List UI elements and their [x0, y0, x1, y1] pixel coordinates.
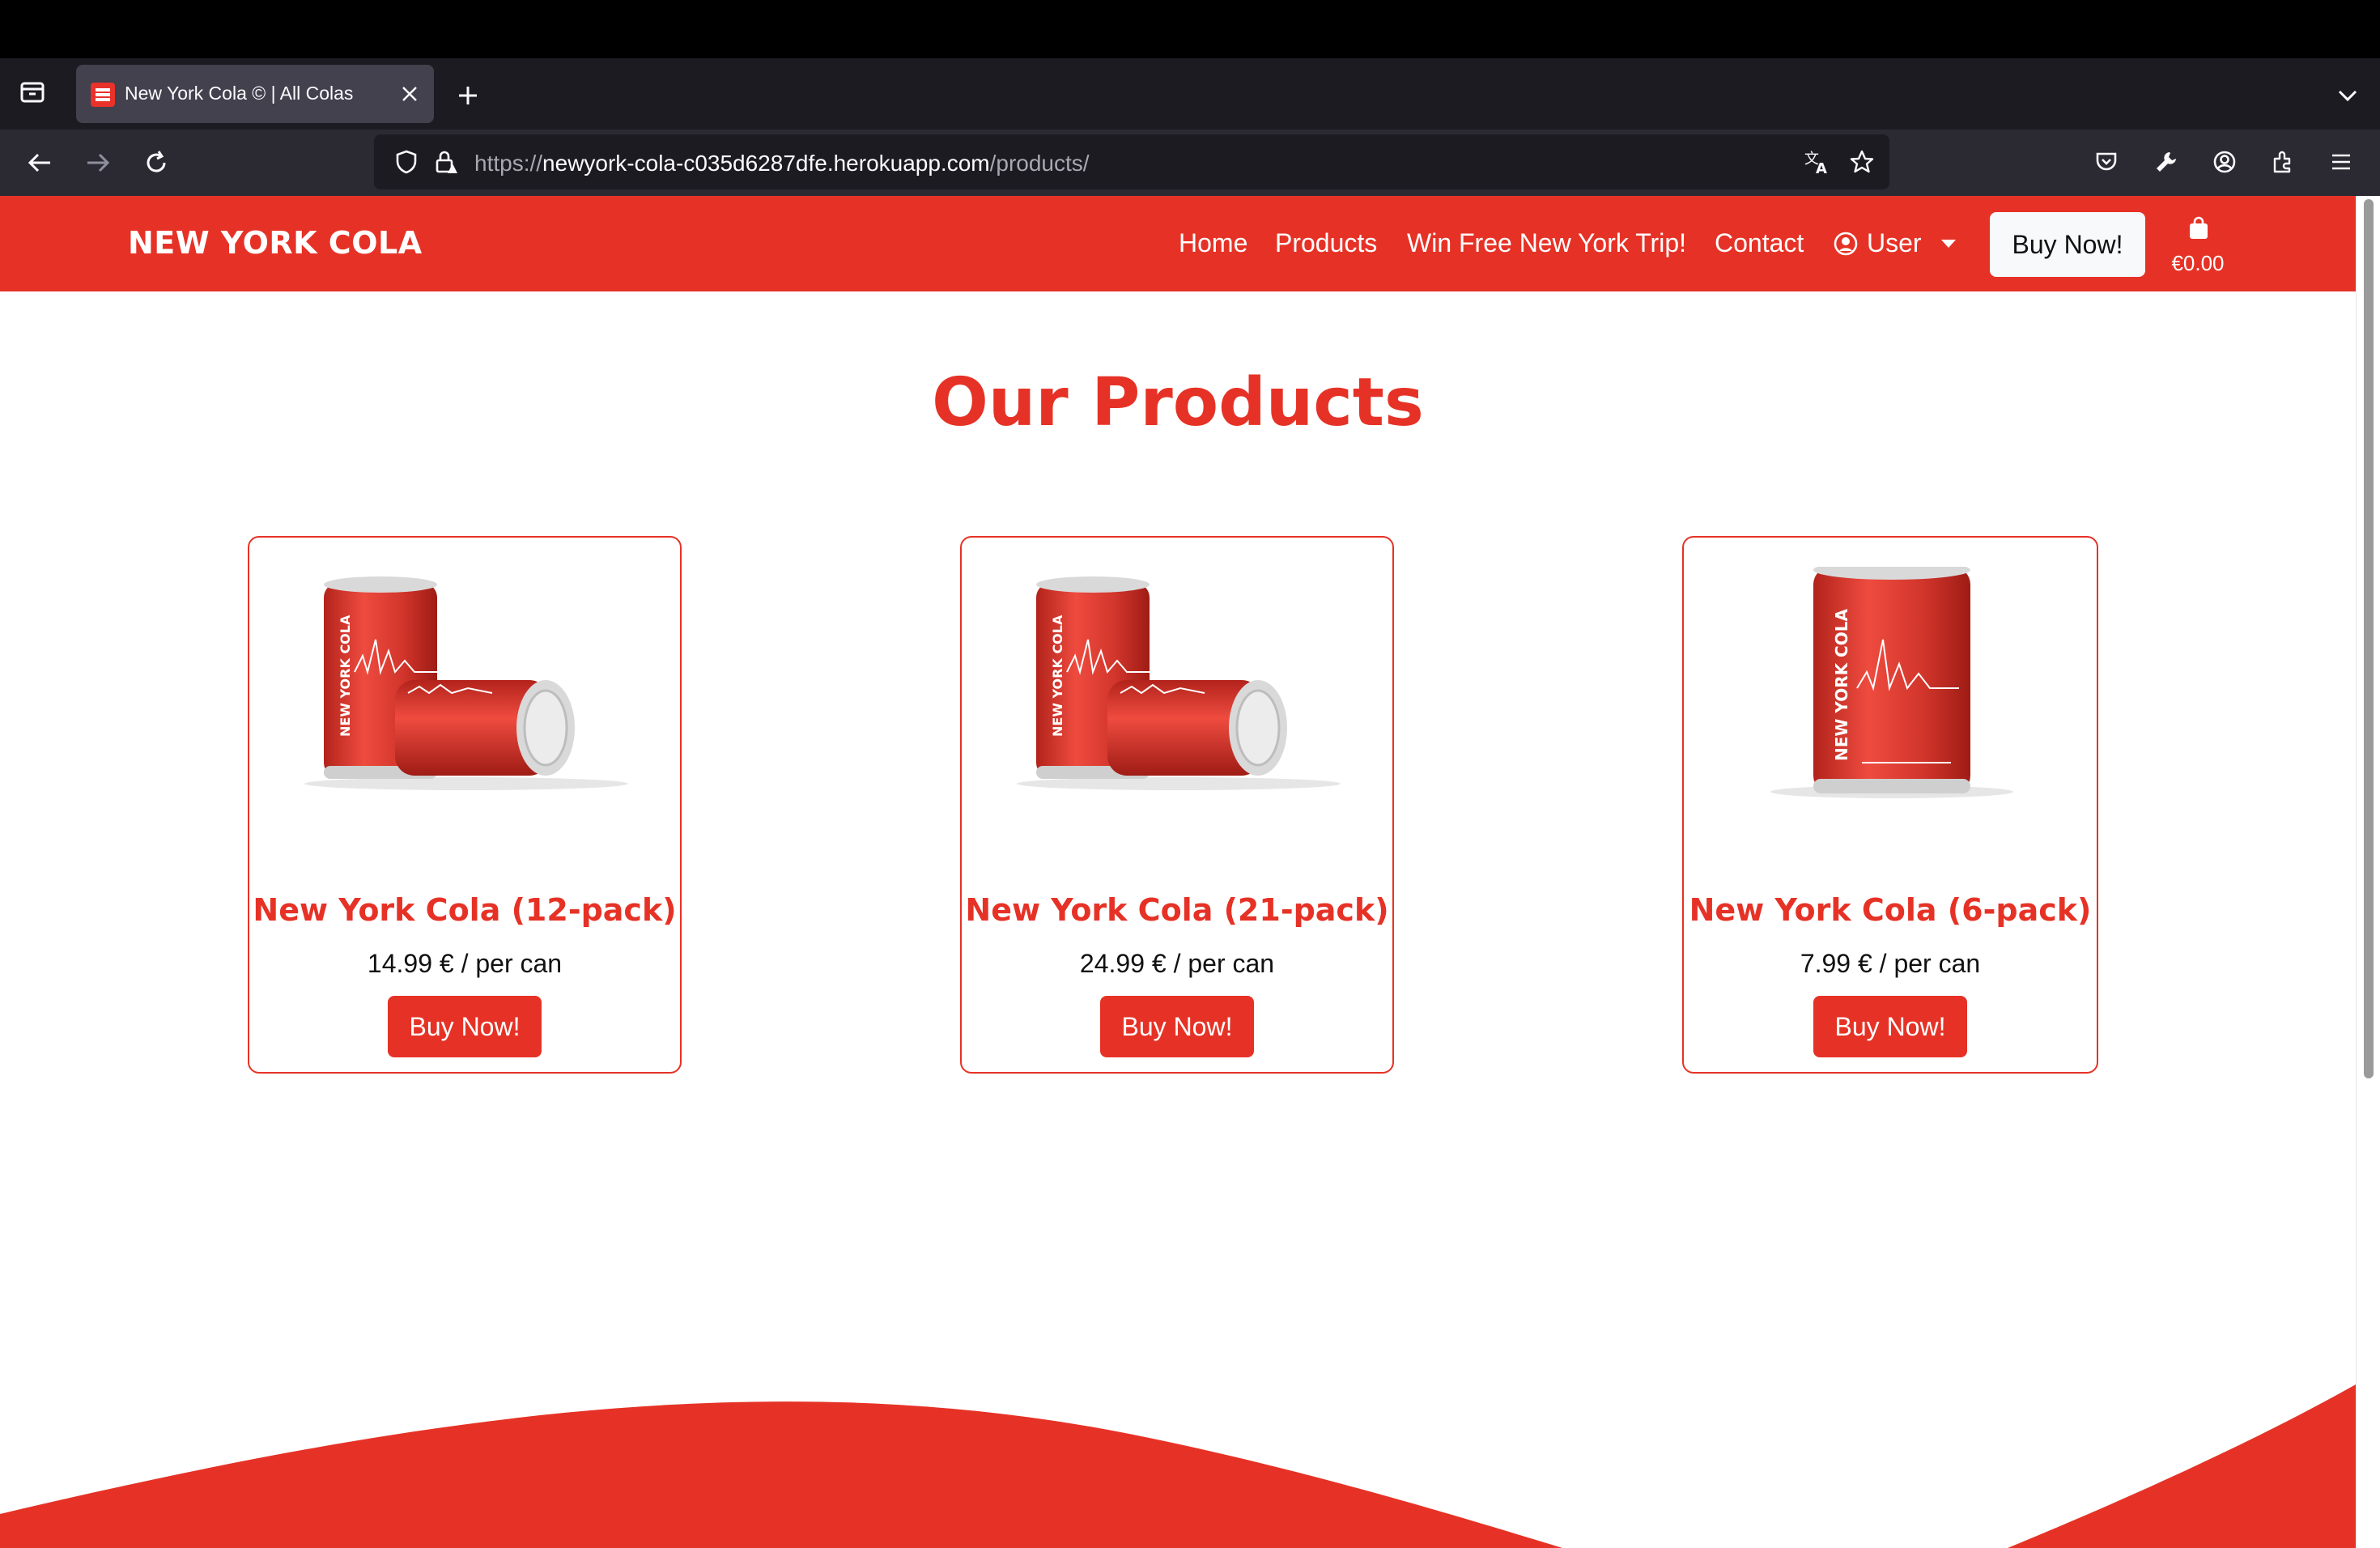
pocket-icon[interactable] [2089, 144, 2124, 180]
site-favicon [91, 83, 115, 107]
cart-link[interactable]: €0.00 [2168, 214, 2228, 279]
close-icon[interactable] [395, 79, 424, 108]
buy-now-button[interactable]: Buy Now! [388, 996, 542, 1057]
svg-text:NEW YORK COLA: NEW YORK COLA [1050, 615, 1065, 737]
svg-text:A: A [1816, 160, 1827, 175]
product-price: 24.99 € / per can [1079, 949, 1275, 978]
nav-link-products[interactable]: Products [1275, 228, 1377, 258]
menu-icon[interactable] [2323, 144, 2359, 180]
user-circle-icon [1833, 231, 1859, 257]
web-page: NEW YORK COLA Home Products Win Free New… [0, 196, 2380, 1548]
nav-buy-now-button[interactable]: Buy Now! [1990, 212, 2145, 277]
wrench-icon[interactable] [2148, 144, 2184, 180]
svg-text:NEW YORK COLA: NEW YORK COLA [1832, 609, 1851, 761]
plus-icon[interactable] [450, 78, 486, 113]
reload-icon[interactable] [138, 144, 175, 181]
lock-icon[interactable] [429, 146, 461, 178]
star-icon[interactable] [1846, 146, 1878, 178]
product-price: 14.99 € / per can [367, 949, 563, 978]
address-bar[interactable]: https://newyork-cola-c035d6287dfe.heroku… [374, 134, 1889, 189]
window-top-strip [0, 0, 2380, 58]
nav-link-contact[interactable]: Contact [1715, 228, 1804, 258]
product-name[interactable]: New York Cola (12-pack) [249, 892, 680, 928]
product-name[interactable]: New York Cola (6-pack) [1684, 892, 2097, 928]
buy-now-button[interactable]: Buy Now! [1100, 996, 1254, 1057]
brand-logo[interactable]: NEW YORK COLA [128, 225, 423, 261]
product-image-two-cans[interactable]: NEW YORK COLA [962, 567, 1392, 803]
dropdown-caret-icon [1940, 239, 1956, 248]
forward-icon [79, 144, 117, 181]
url-host: newyork-cola-c035d6287dfe.herokuapp.com [542, 151, 990, 176]
url-protocol: https:// [474, 151, 543, 176]
buy-now-button[interactable]: Buy Now! [1813, 996, 1967, 1057]
tab-title: New York Cola © | All Colas [125, 83, 354, 104]
product-card: NEW YORK COLA New York Cola (12-pack) 14… [248, 536, 682, 1074]
page-scrollbar[interactable] [2356, 196, 2380, 1548]
product-image-single-can[interactable]: NEW YORK COLA [1684, 560, 2097, 803]
url-path: /products/ [989, 151, 1090, 176]
user-label: User [1867, 228, 1922, 257]
chevron-down-icon[interactable] [2330, 78, 2365, 113]
tab-overview-icon[interactable] [15, 74, 50, 110]
product-card: NEW YORK COLA New York Cola (6-pack) 7.9… [1682, 536, 2098, 1074]
back-icon[interactable] [21, 144, 58, 181]
scrollbar-thumb[interactable] [2364, 199, 2374, 1078]
extensions-icon[interactable] [2265, 144, 2301, 180]
footer-wave [0, 1384, 2356, 1548]
shopping-bag-icon [2187, 215, 2210, 241]
nav-link-home[interactable]: Home [1179, 228, 1247, 258]
site-navbar: NEW YORK COLA Home Products Win Free New… [0, 196, 2356, 291]
account-icon[interactable] [2207, 144, 2242, 180]
shield-icon[interactable] [390, 146, 423, 178]
user-dropdown[interactable]: User [1833, 228, 1956, 258]
cart-amount: €0.00 [2171, 251, 2225, 275]
active-tab[interactable]: New York Cola © | All Colas [76, 65, 434, 123]
page-title: Our Products [932, 364, 1424, 441]
product-image-two-cans[interactable]: NEW YORK COLA [249, 567, 680, 803]
svg-text:NEW YORK COLA: NEW YORK COLA [338, 615, 353, 737]
url-text: https://newyork-cola-c035d6287dfe.heroku… [474, 151, 1090, 176]
nav-link-win-trip[interactable]: Win Free New York Trip! [1407, 228, 1686, 258]
translate-icon[interactable]: 文A [1800, 146, 1833, 178]
product-price: 7.99 € / per can [1800, 949, 1981, 978]
product-card: NEW YORK COLA New York Cola (21-pack) 24… [960, 536, 1394, 1074]
product-name[interactable]: New York Cola (21-pack) [962, 892, 1392, 928]
